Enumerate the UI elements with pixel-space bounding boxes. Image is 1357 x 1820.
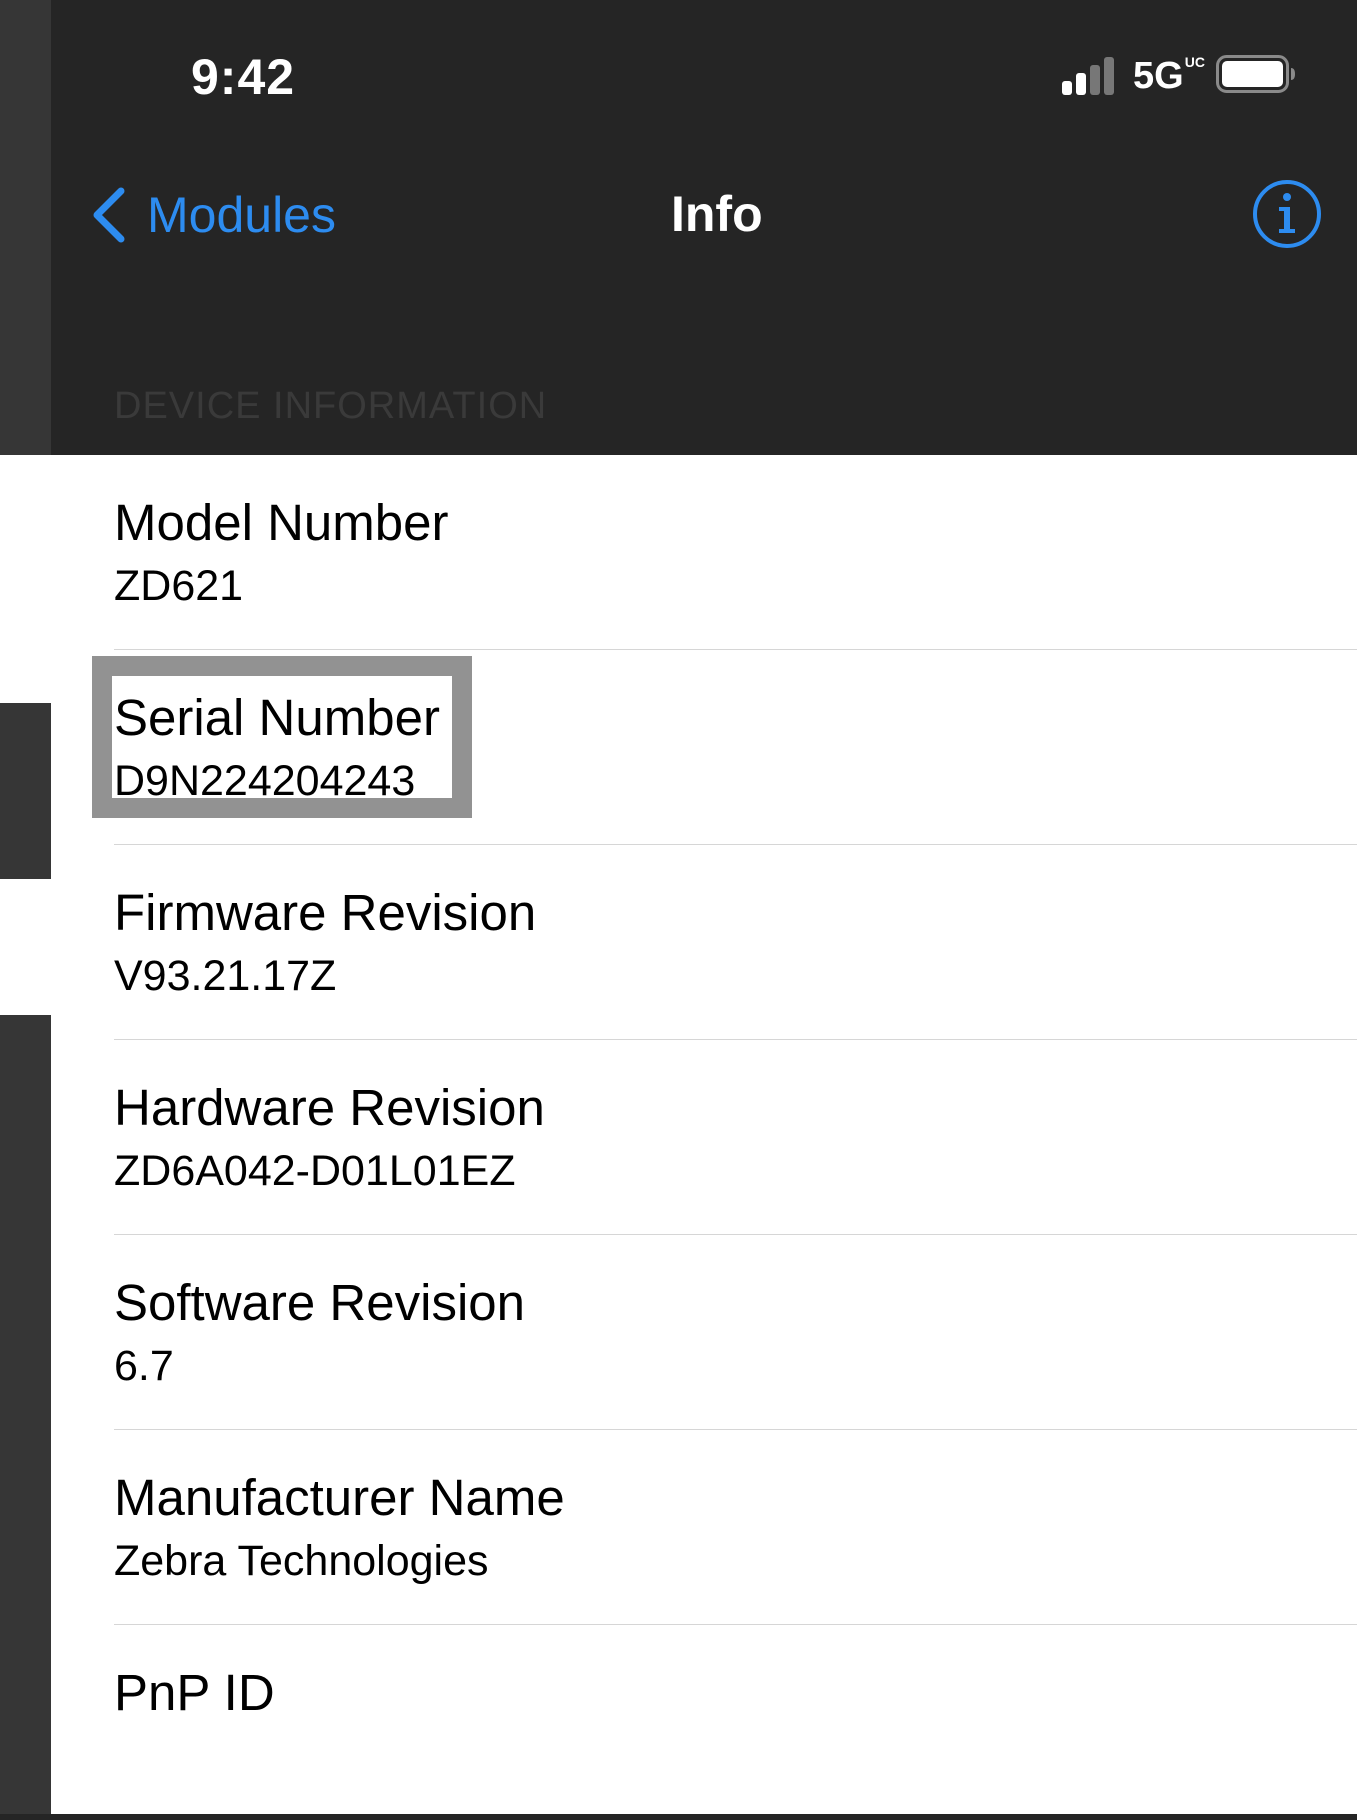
row-label: Manufacturer Name	[114, 1469, 565, 1526]
row-value: Zebra Technologies	[114, 1537, 489, 1585]
list-item: Hardware Revision ZD6A042-D01L01EZ	[114, 1040, 1357, 1235]
list-item: Model Number ZD621	[114, 455, 1357, 650]
row-value: 6.7	[114, 1342, 174, 1390]
list-item: PnP ID	[114, 1625, 1357, 1820]
side-strip	[0, 703, 51, 879]
row-label: Hardware Revision	[114, 1079, 545, 1136]
row-value: ZD6A042-D01L01EZ	[114, 1147, 516, 1195]
network-badge: UC	[1184, 54, 1205, 70]
info-icon[interactable]	[1251, 178, 1323, 250]
side-strip	[0, 0, 51, 455]
list-item: Software Revision 6.7	[114, 1235, 1357, 1430]
side-strip	[0, 1015, 51, 1814]
row-label: Software Revision	[114, 1274, 526, 1331]
device-info-list: Model Number ZD621 Serial Number D9N2242…	[0, 455, 1357, 1814]
page-title: Info	[671, 186, 763, 242]
row-value: V93.21.17Z	[114, 952, 337, 1000]
battery-icon	[1216, 55, 1295, 93]
section-header: DEVICE INFORMATION	[114, 385, 548, 427]
back-button[interactable]: Modules	[89, 180, 336, 250]
clock: 9:42	[191, 49, 296, 105]
list-item: Serial Number D9N224204243	[114, 650, 1357, 845]
row-value: ZD621	[114, 562, 244, 610]
status-bar: 9:42 5GUC	[51, 0, 1357, 150]
row-label: Firmware Revision	[114, 884, 537, 941]
list-item: Firmware Revision V93.21.17Z	[114, 845, 1357, 1040]
row-label: Serial Number	[114, 689, 440, 746]
chevron-left-icon	[93, 187, 125, 243]
list-item: Manufacturer Name Zebra Technologies	[114, 1430, 1357, 1625]
navigation-bar: Modules Info	[51, 150, 1357, 290]
row-label: PnP ID	[114, 1664, 275, 1721]
back-button-label: Modules	[147, 187, 336, 243]
cellular-signal-icon	[1062, 55, 1124, 95]
row-value: D9N224204243	[114, 757, 416, 805]
row-label: Model Number	[114, 494, 449, 551]
network-type: 5GUC	[1133, 54, 1205, 97]
